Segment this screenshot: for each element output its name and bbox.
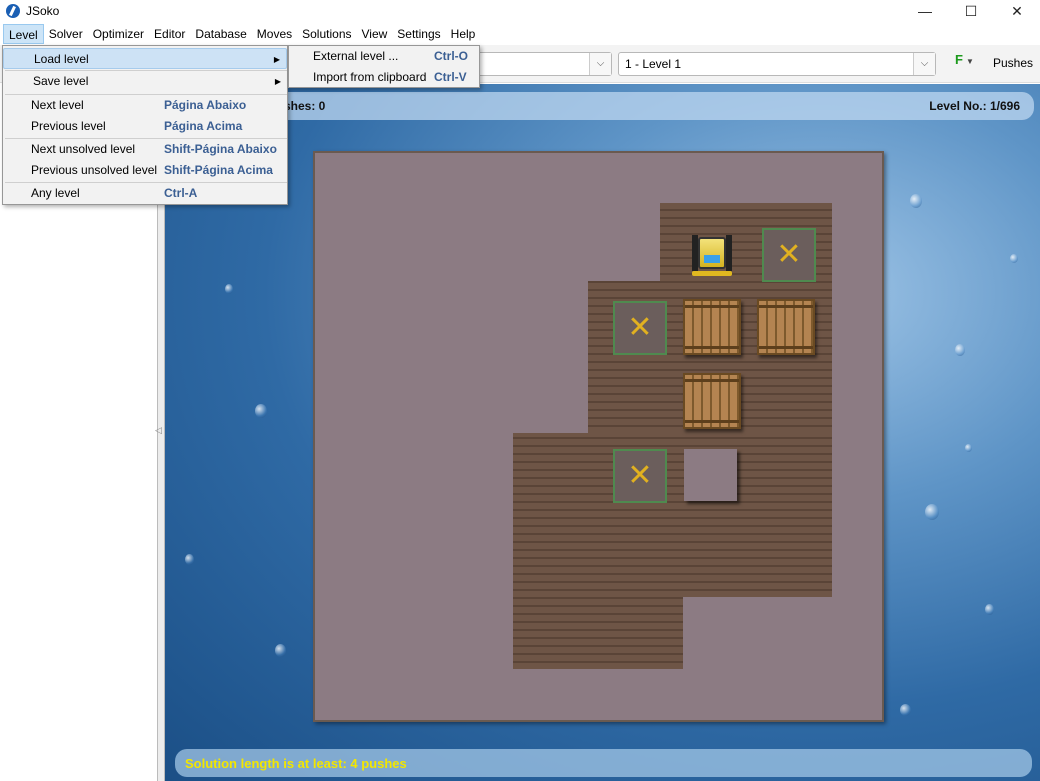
filter-f-icon[interactable]: F ▼: [955, 52, 974, 67]
floor: [513, 597, 683, 669]
sokoban-board[interactable]: ✕ ✕ ✕: [313, 151, 884, 722]
crate[interactable]: [757, 299, 815, 355]
menu-solver[interactable]: Solver: [44, 24, 88, 44]
crate[interactable]: [683, 373, 741, 429]
collapse-arrow-icon[interactable]: ◁: [155, 425, 162, 436]
close-icon[interactable]: ✕: [994, 0, 1040, 22]
menu-solutions[interactable]: Solutions: [297, 24, 356, 44]
menu-item-import-clipboard[interactable]: Import from clipboard Ctrl-V: [289, 67, 479, 88]
submenu-arrow-icon: ▶: [274, 77, 281, 86]
raindrop: [225, 284, 233, 294]
player-bulldozer[interactable]: [688, 231, 736, 283]
menu-moves[interactable]: Moves: [252, 24, 297, 44]
raindrop: [925, 504, 939, 520]
status-bar-top: shes: 0 Level No.: 1/696: [172, 92, 1034, 120]
menu-item-previous-unsolved-level[interactable]: Previous unsolved level Shift-Página Aci…: [3, 160, 287, 181]
menu-database[interactable]: Database: [190, 24, 251, 44]
level-combo[interactable]: 1 - Level 1 ⌵: [618, 52, 936, 76]
raindrop: [955, 344, 965, 356]
crate[interactable]: [683, 299, 741, 355]
menu-item-save-level[interactable]: Save level ▶: [3, 71, 287, 92]
maximize-icon[interactable]: ☐: [948, 0, 994, 22]
goal-target: ✕: [762, 228, 816, 282]
menu-editor[interactable]: Editor: [149, 24, 190, 44]
load-level-submenu: External level ... Ctrl-O Import from cl…: [288, 45, 480, 88]
raindrop: [185, 554, 194, 565]
menu-view[interactable]: View: [357, 24, 393, 44]
floor: [513, 433, 832, 597]
solution-length-text: Solution length is at least: 4 pushes: [185, 756, 407, 771]
wall-pillar: [684, 449, 737, 501]
chevron-down-icon[interactable]: ⌵: [913, 53, 935, 75]
menu-item-load-level[interactable]: Load level ▶: [3, 48, 287, 69]
title-bar: JSoko — ☐ ✕: [0, 0, 1040, 22]
moves-pushes-counter: shes: 0: [284, 99, 326, 113]
goal-target: ✕: [613, 301, 667, 355]
level-number: Level No.: 1/696: [929, 99, 1020, 113]
raindrop: [255, 404, 267, 418]
chevron-down-icon[interactable]: ⌵: [589, 53, 611, 75]
raindrop: [900, 704, 911, 716]
level-combo-value: 1 - Level 1: [625, 57, 682, 71]
minimize-icon[interactable]: —: [902, 0, 948, 22]
menu-item-next-level[interactable]: Next level Página Abaixo: [3, 95, 287, 116]
menu-item-external-level[interactable]: External level ... Ctrl-O: [289, 46, 479, 67]
menu-settings[interactable]: Settings: [392, 24, 445, 44]
menu-level[interactable]: Level: [3, 24, 44, 44]
menu-optimizer[interactable]: Optimizer: [88, 24, 149, 44]
raindrop: [965, 444, 972, 452]
raindrop: [275, 644, 286, 657]
level-menu-dropdown: Load level ▶ Save level ▶ Next level Pág…: [2, 45, 288, 205]
app-logo-icon: [6, 4, 20, 18]
submenu-arrow-icon: ▶: [273, 55, 280, 64]
raindrop: [910, 194, 922, 208]
raindrop: [985, 604, 994, 615]
menu-help[interactable]: Help: [446, 24, 481, 44]
goal-target: ✕: [613, 449, 667, 503]
window-title: JSoko: [26, 4, 60, 18]
pushes-label: Pushes: [993, 56, 1034, 70]
menu-item-any-level[interactable]: Any level Ctrl-A: [3, 183, 287, 204]
menu-item-previous-level[interactable]: Previous level Página Acima: [3, 116, 287, 137]
raindrop: [1010, 254, 1018, 263]
menu-bar: Level Solver Optimizer Editor Database M…: [0, 23, 1040, 45]
status-bar-bottom: Solution length is at least: 4 pushes: [175, 749, 1032, 777]
menu-item-next-unsolved-level[interactable]: Next unsolved level Shift-Página Abaixo: [3, 139, 287, 160]
